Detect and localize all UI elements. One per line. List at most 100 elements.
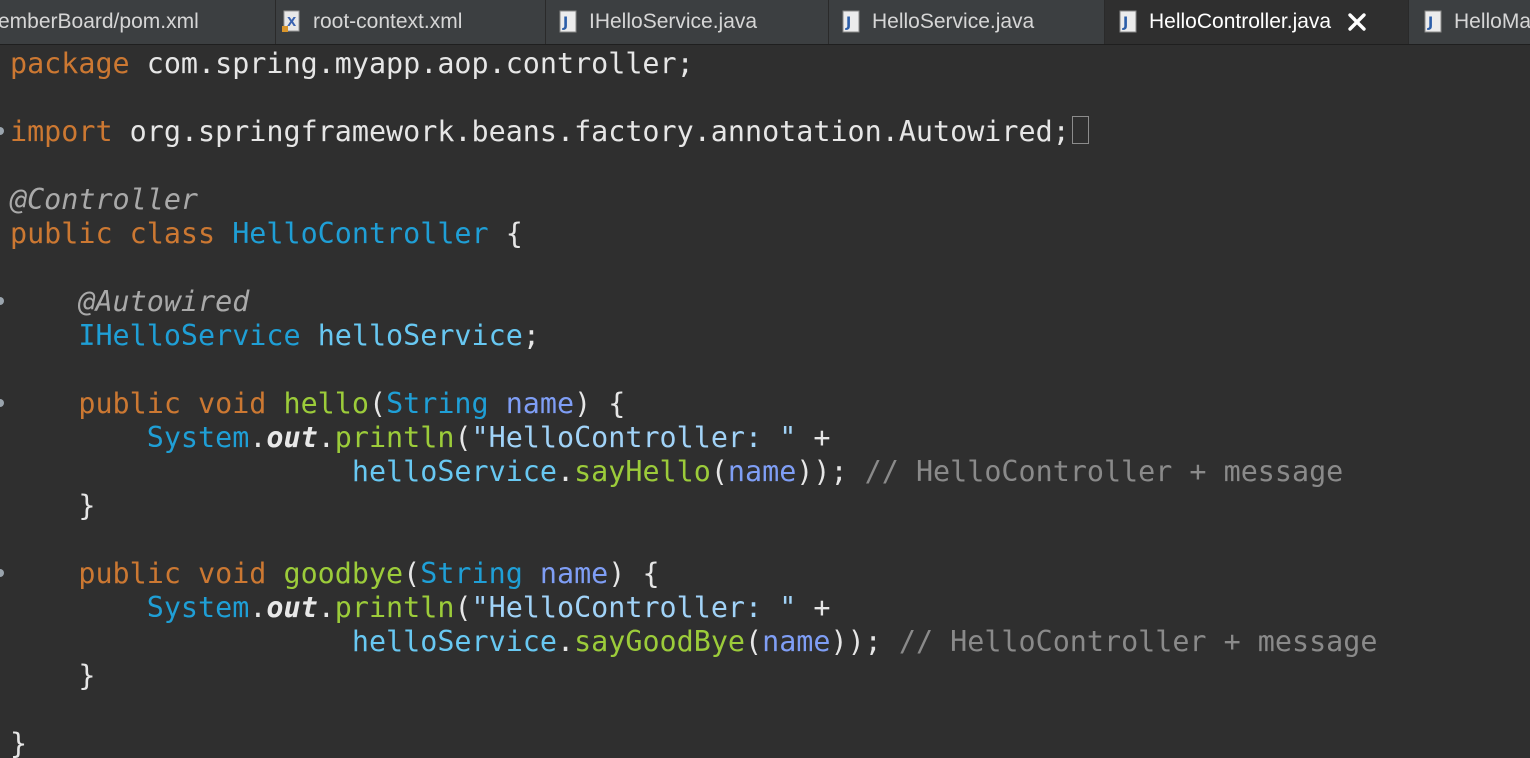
annotation: @Autowired — [78, 285, 250, 318]
tab-root-context-xml[interactable]: X root-context.xml — [276, 0, 546, 44]
field-name: helloService — [317, 319, 523, 352]
tab-label: emberBoard/pom.xml — [0, 10, 199, 33]
code-line: public void hello(String name) { — [10, 387, 625, 421]
svg-text:J: J — [1427, 15, 1433, 31]
dot: . — [317, 591, 335, 624]
brace: } — [10, 727, 28, 758]
code-line: } — [10, 659, 95, 693]
tab-hellomain-java[interactable]: J HelloMa — [1409, 0, 1530, 44]
param-name: name — [505, 387, 575, 420]
java-file-icon: J — [559, 10, 577, 33]
keyword: public void — [78, 557, 267, 590]
tab-label: HelloService.java — [872, 10, 1035, 33]
paren: ( — [403, 557, 421, 590]
paren: ) { — [574, 387, 626, 420]
svg-text:J: J — [845, 15, 851, 31]
tab-ihelloservice-java[interactable]: J IHelloService.java — [546, 0, 829, 44]
paren: )); — [830, 625, 882, 658]
class-name: System — [146, 421, 250, 454]
string-literal: "HelloController: " — [471, 421, 797, 454]
operator: + — [796, 421, 831, 454]
java-file-icon: J — [842, 10, 860, 33]
method-name: hello — [283, 387, 369, 420]
param-name: name — [762, 625, 831, 658]
paren: ( — [745, 625, 763, 658]
paren: ( — [454, 421, 472, 454]
code-line: System.out.println("HelloController: " + — [10, 591, 831, 625]
method-name: sayGoodBye — [574, 625, 746, 658]
brace: } — [78, 489, 96, 522]
code-editor[interactable]: package com.spring.myapp.aop.controller;… — [0, 45, 1530, 758]
dot: . — [556, 625, 575, 658]
code-line: } — [10, 727, 27, 758]
tab-label: IHelloService.java — [589, 10, 758, 33]
semicolon: ; — [522, 319, 540, 352]
field-name: helloService — [351, 625, 557, 658]
type-name: IHelloService — [78, 319, 301, 352]
type-name: String — [386, 387, 489, 420]
paren: )); — [796, 455, 848, 488]
type-name: String — [420, 557, 523, 590]
code-line: System.out.println("HelloController: " + — [10, 421, 831, 455]
tab-label: root-context.xml — [313, 10, 463, 33]
operator: + — [796, 591, 831, 624]
fold-marker-icon[interactable] — [0, 127, 4, 135]
tab-label: HelloMa — [1454, 10, 1530, 33]
collapsed-imports-icon[interactable] — [1071, 116, 1089, 144]
code-line: import org.springframework.beans.factory… — [10, 115, 1089, 149]
xml-file-icon: X — [282, 10, 300, 32]
code-line: public void goodbye(String name) { — [10, 557, 660, 591]
static-field: out — [266, 591, 318, 624]
code-line: helloService.sayGoodBye(name)); // Hello… — [10, 625, 1378, 659]
keyword: package — [10, 47, 130, 80]
code-line: IHelloService helloService; — [10, 319, 540, 353]
fold-marker-icon[interactable] — [0, 399, 4, 407]
class-name: HelloController — [232, 217, 489, 250]
param-name: name — [539, 557, 609, 590]
tab-pom-xml[interactable]: emberBoard/pom.xml — [0, 0, 276, 44]
paren: ) { — [608, 557, 660, 590]
code-line: @Autowired — [10, 285, 249, 319]
brace: { — [488, 217, 523, 250]
svg-text:J: J — [562, 15, 568, 31]
dot: . — [317, 421, 335, 454]
code-line: package com.spring.myapp.aop.controller; — [10, 47, 694, 81]
svg-text:X: X — [287, 15, 297, 29]
editor-tab-bar: emberBoard/pom.xml X root-context.xml J … — [0, 0, 1530, 45]
static-field: out — [266, 421, 318, 454]
field-name: helloService — [351, 455, 557, 488]
svg-text:J: J — [1122, 15, 1128, 31]
tab-hellocontroller-java[interactable]: J HelloController.java — [1105, 0, 1409, 44]
keyword: public void — [78, 387, 267, 420]
keyword: import — [10, 115, 113, 148]
class-name: System — [146, 591, 250, 624]
tab-helloservice-java[interactable]: J HelloService.java — [829, 0, 1105, 44]
method-name: println — [334, 421, 455, 454]
keyword: public class — [10, 217, 216, 250]
paren: ( — [368, 387, 387, 420]
code-line: @Controller — [10, 183, 198, 217]
annotation: @Controller — [10, 183, 199, 216]
import-path: org.springframework.beans.factory.annota… — [112, 115, 1070, 148]
brace: } — [78, 659, 96, 692]
paren: ( — [454, 591, 472, 624]
package-name: com.spring.myapp.aop.controller; — [129, 47, 694, 80]
param-name: name — [727, 455, 797, 488]
close-icon[interactable] — [1347, 12, 1367, 32]
method-name: println — [334, 591, 455, 624]
dot: . — [249, 421, 267, 454]
code-line: public class HelloController { — [10, 217, 523, 251]
code-line: helloService.sayHello(name)); // HelloCo… — [10, 455, 1343, 489]
java-file-icon: J — [1424, 10, 1442, 33]
comment: // HelloController + message — [898, 625, 1378, 658]
method-name: goodbye — [283, 557, 404, 590]
dot: . — [556, 455, 575, 488]
string-literal: "HelloController: " — [471, 591, 797, 624]
fold-marker-icon[interactable] — [0, 297, 4, 305]
dot: . — [249, 591, 267, 624]
paren: ( — [710, 455, 728, 488]
comment: // HelloController + message — [864, 455, 1344, 488]
code-line: } — [10, 489, 95, 523]
tab-label: HelloController.java — [1149, 10, 1332, 33]
fold-marker-icon[interactable] — [0, 569, 4, 577]
